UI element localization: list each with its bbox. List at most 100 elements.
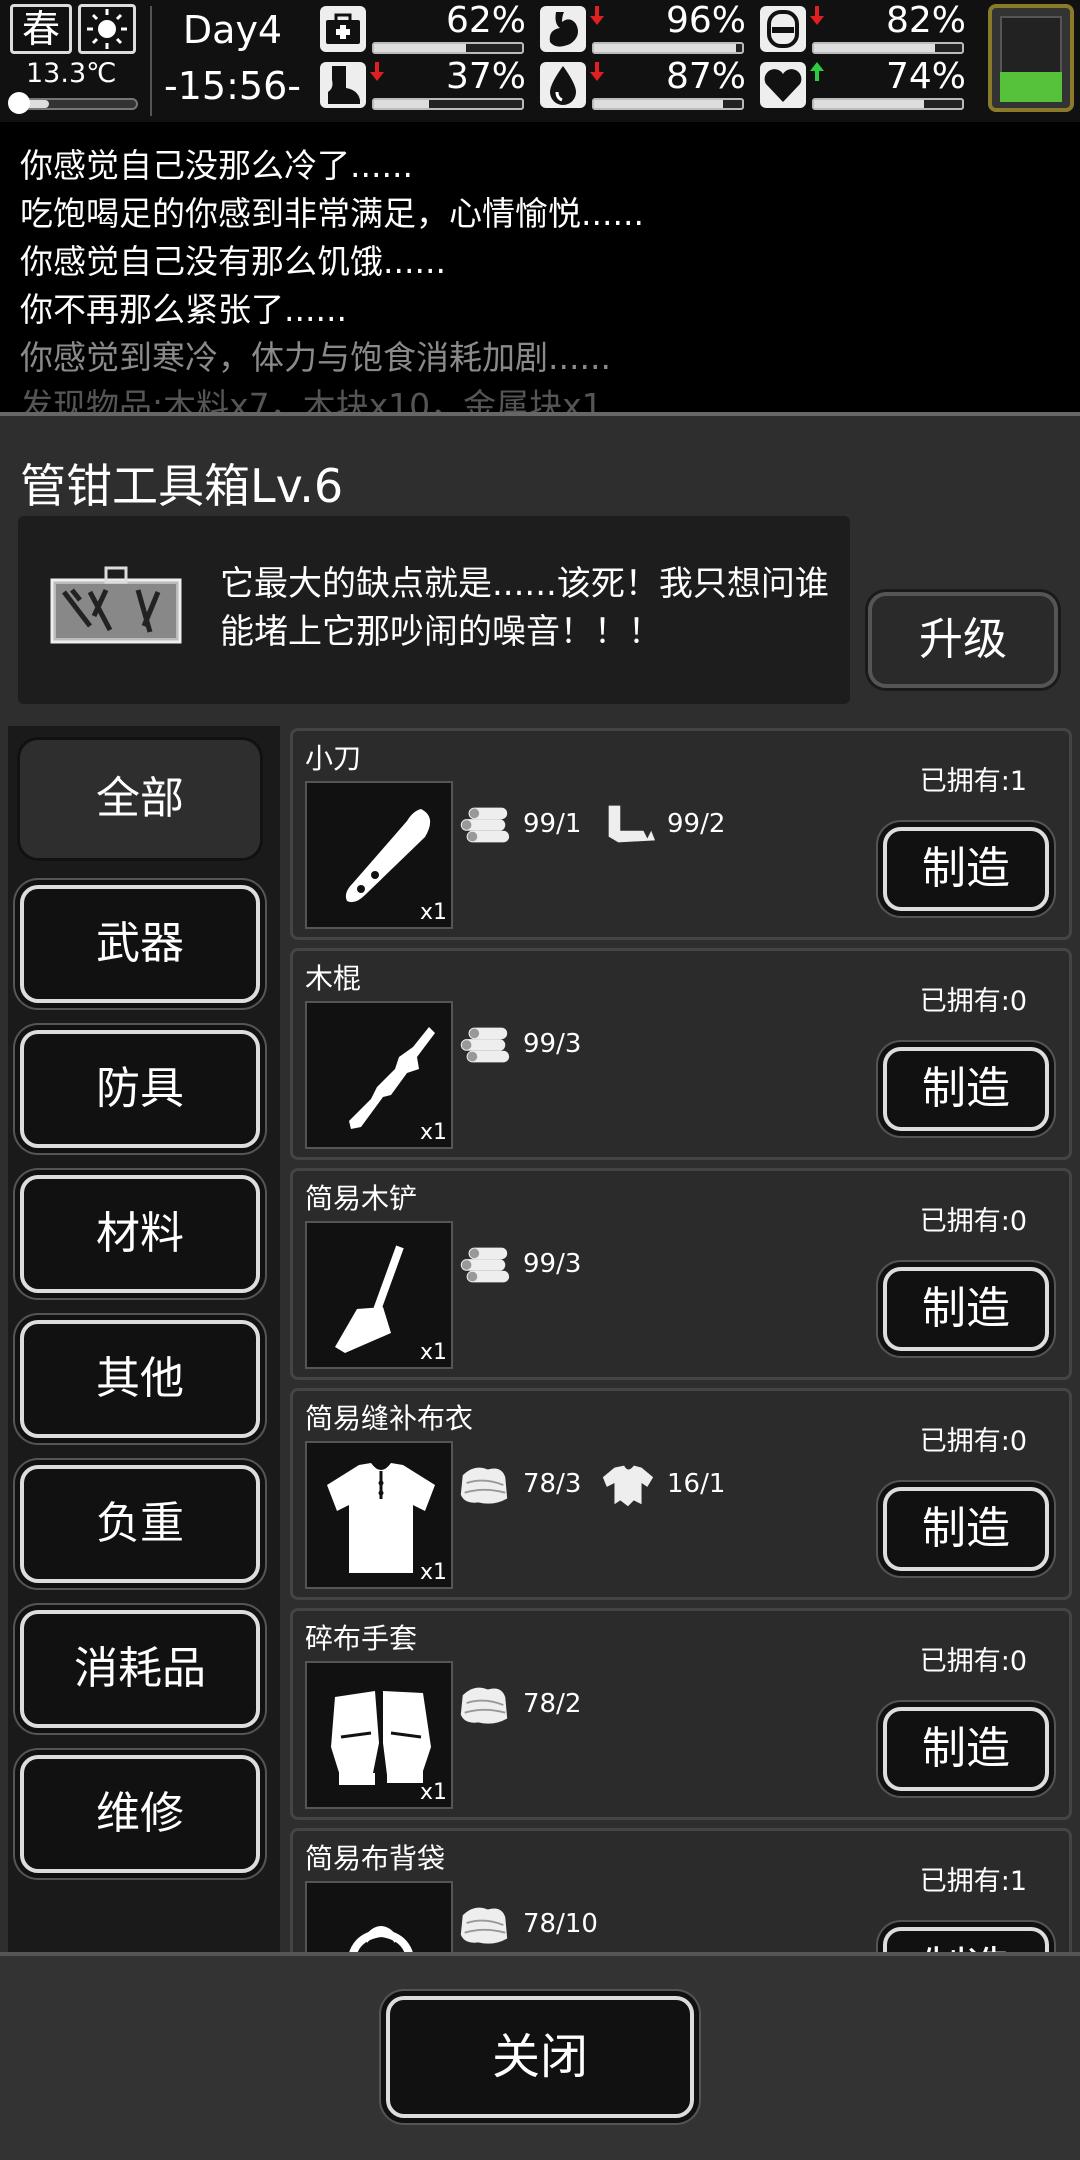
heart-icon — [760, 62, 806, 108]
stick-icon — [349, 1027, 435, 1129]
shirt-icon — [327, 1463, 435, 1573]
cloth-icon — [460, 1467, 508, 1504]
thermometer-icon — [8, 92, 30, 114]
log-line: 你感觉自己没有那么饥饿...... — [20, 242, 446, 281]
category-tab[interactable]: 维修 — [20, 1755, 260, 1873]
category-tab[interactable]: 武器 — [20, 885, 260, 1003]
owned-count: 已拥有:0 — [919, 1646, 1027, 1677]
recipe-quantity: x1 — [419, 1560, 447, 1585]
category-sidebar: 全部武器防具材料其他负重消耗品维修 — [8, 726, 280, 1956]
log-line: 发现物品:木料x7，木块x10，金属块x1 — [20, 386, 603, 412]
recipe-card: 简易木铲 x1 99/3 已拥有:0 制造 — [290, 1168, 1072, 1380]
recipe-card: 小刀 x1 99/1 99/2 已拥有:1 制造 — [290, 728, 1072, 940]
trend-arrow-icon — [590, 62, 604, 81]
recipe-image[interactable]: x1 — [305, 1881, 453, 1954]
crafting-panel: 管钳工具箱Lv.6 它最大的缺点就是......该死！我只想问谁能堵上它那吵闹的… — [0, 412, 1080, 1956]
toolbox-icon — [50, 566, 182, 644]
upgrade-button[interactable]: 升级 — [868, 592, 1058, 688]
recipe-card: 简易缝补布衣 x1 78/3 16/1 已拥有:0 制造 — [290, 1388, 1072, 1600]
close-button[interactable]: 关闭 — [386, 1996, 694, 2118]
battery-icon[interactable] — [988, 4, 1074, 112]
stat-thirst: 87% — [540, 56, 750, 116]
log-line: 吃饱喝足的你感到非常满足，心情愉悦...... — [20, 194, 644, 233]
owned-count: 已拥有:0 — [919, 1206, 1027, 1237]
recipe-card: 碎布手套 x1 78/2 已拥有:0 制造 — [290, 1608, 1072, 1820]
shovel-icon — [335, 1245, 404, 1353]
recipe-card: 木棍 x1 99/3 已拥有:0 制造 — [290, 948, 1072, 1160]
recipe-name: 碎布手套 — [305, 1622, 418, 1655]
craft-button[interactable]: 制造 — [883, 1927, 1049, 1954]
stat-stamina: 37% — [320, 56, 530, 116]
recipe-quantity: x1 — [419, 900, 447, 925]
medkit-icon — [320, 6, 366, 52]
recipe-card: 简易布背袋x178/10已拥有:1制造 — [290, 1828, 1072, 1954]
cloth-icon — [460, 1687, 508, 1724]
recipe-image[interactable]: x1 — [305, 1441, 453, 1589]
game-clock: -15:56- — [164, 64, 301, 108]
wood-logs-icon — [460, 807, 510, 843]
recipe-quantity: x1 — [419, 1780, 447, 1805]
metal-pipe-icon — [608, 805, 656, 843]
stomach-icon — [540, 6, 586, 52]
recipe-quantity: x1 — [419, 1340, 447, 1365]
stat-hunger: 96% — [540, 0, 750, 60]
craft-button[interactable]: 制造 — [883, 1267, 1049, 1351]
recipe-name: 简易布背袋 — [305, 1842, 446, 1875]
day-counter: Day4 — [182, 8, 283, 52]
boot-icon — [320, 62, 366, 108]
gloves-icon — [331, 1691, 431, 1785]
recipe-quantity: x1 — [419, 1120, 447, 1145]
bag-icon — [348, 1926, 414, 1954]
season-badge: 春 — [10, 4, 72, 54]
log-line: 你感觉自己没那么冷了...... — [20, 146, 413, 185]
message-log[interactable]: 你感觉自己没那么冷了...... 吃饱喝足的你感到非常满足，心情愉悦......… — [0, 122, 1080, 412]
craft-button[interactable]: 制造 — [883, 1707, 1049, 1791]
recipe-name: 简易缝补布衣 — [305, 1402, 474, 1435]
owned-count: 已拥有:1 — [919, 766, 1027, 797]
rag-shirt-icon — [602, 1465, 654, 1507]
trend-arrow-icon — [810, 6, 824, 25]
trend-arrow-icon — [810, 62, 824, 81]
status-bar: 春 13.3℃ Day4 -15:56- 62% 96% 82% 37% 87%… — [0, 0, 1080, 122]
stat-mood: 74% — [760, 56, 970, 116]
log-line: 你感觉到寒冷，体力与饱食消耗加剧...... — [20, 338, 611, 377]
cloth-icon — [460, 1907, 508, 1944]
recipe-image[interactable]: x1 — [305, 1661, 453, 1809]
temperature-readout: 13.3℃ — [26, 58, 117, 89]
panel-title: 管钳工具箱Lv.6 — [20, 459, 344, 513]
wood-logs-icon — [460, 1027, 510, 1063]
water-drop-icon — [540, 62, 586, 108]
recipe-list[interactable]: 小刀 x1 99/1 99/2 已拥有:1 制造 木棍 x1 99/3 已拥有:0 制造 简易木铲 x1… — [286, 726, 1072, 1954]
stat-mind: 82% — [760, 0, 970, 60]
trend-arrow-icon — [370, 6, 384, 26]
category-tab[interactable]: 消耗品 — [20, 1610, 260, 1728]
category-tab[interactable]: 其他 — [20, 1320, 260, 1438]
item-description: 它最大的缺点就是......该死！我只想问谁能堵上它那吵闹的噪音！！！ — [220, 564, 829, 652]
recipe-image[interactable]: x1 — [305, 1221, 453, 1369]
stat-health: 62% — [320, 0, 530, 60]
knife-icon — [345, 809, 431, 903]
mind-icon — [760, 6, 806, 52]
recipe-name: 木棍 — [305, 962, 362, 995]
category-tab[interactable]: 负重 — [20, 1465, 260, 1583]
recipe-image[interactable]: x1 — [305, 1001, 453, 1149]
craft-button[interactable]: 制造 — [883, 1487, 1049, 1571]
owned-count: 已拥有:0 — [919, 1426, 1027, 1457]
trend-arrow-icon — [590, 6, 604, 25]
category-tab[interactable]: 防具 — [20, 1030, 260, 1148]
description-box: 它最大的缺点就是......该死！我只想问谁能堵上它那吵闹的噪音！！！ — [18, 516, 850, 704]
footer-bar: 关闭 — [0, 1952, 1080, 2160]
recipe-image[interactable]: x1 — [305, 781, 453, 929]
craft-button[interactable]: 制造 — [883, 827, 1049, 911]
category-tab[interactable]: 材料 — [20, 1175, 260, 1293]
log-line: 你不再那么紧张了...... — [20, 290, 347, 329]
wood-logs-icon — [460, 1247, 510, 1283]
trend-arrow-icon — [370, 62, 384, 81]
owned-count: 已拥有:1 — [919, 1866, 1027, 1897]
recipe-name: 小刀 — [305, 742, 362, 775]
sun-icon — [78, 4, 136, 54]
owned-count: 已拥有:0 — [919, 986, 1027, 1017]
category-tab[interactable]: 全部 — [20, 740, 260, 858]
recipe-name: 简易木铲 — [305, 1182, 418, 1215]
craft-button[interactable]: 制造 — [883, 1047, 1049, 1131]
